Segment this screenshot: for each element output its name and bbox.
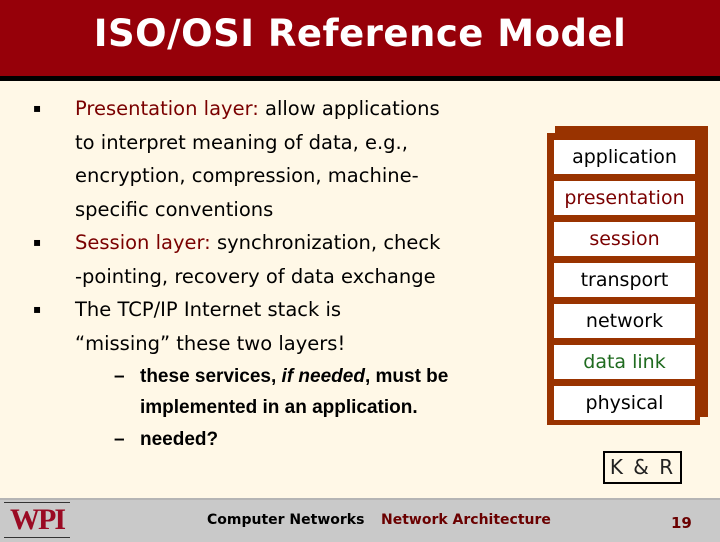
bullet-text: encryption, compression, machine- [75, 164, 419, 187]
osi-stack: application presentation session transpo… [547, 133, 700, 425]
layer-data-link: data link [554, 345, 695, 379]
bullet-text: “missing” these two layers! [75, 331, 346, 355]
bullet-text: The TCP/IP Internet stack is [75, 298, 342, 321]
bullet-text: specific conventions [75, 197, 274, 221]
bullet-highlight: Session layer: [75, 231, 211, 254]
slide-title: ISO/OSI Reference Model [93, 12, 627, 55]
bullet-tcpip: ▪ The TCP/IP Internet stack is “missing”… [28, 293, 518, 360]
title-divider [0, 76, 720, 81]
bullet-icon: ▪ [33, 101, 42, 115]
layer-network: network [554, 304, 695, 338]
bullet-list: ▪ Presentation layer: allow applications… [28, 92, 518, 455]
footer-topic: Network Architecture [381, 512, 551, 528]
bullet-text: allow applications [258, 97, 440, 120]
sub-bullet-needed: – needed? [28, 424, 518, 455]
sub-bullet-text: , must be [364, 366, 449, 387]
bullet-text: -pointing, recovery of data exchange [75, 264, 436, 288]
bullet-icon: ▪ [33, 302, 42, 316]
sub-bullet-services: – these services, if needed, must be imp… [28, 361, 518, 423]
layer-physical: physical [554, 386, 695, 420]
bullet-text: synchronization, check [210, 231, 441, 254]
sub-bullet-emphasis: if needed [281, 366, 365, 387]
layer-presentation: presentation [554, 181, 695, 215]
layer-transport: transport [554, 263, 695, 297]
bullet-icon: ▪ [33, 235, 42, 249]
bullet-text: to interpret meaning of data, e.g., [75, 130, 408, 154]
bullet-session: ▪ Session layer: synchronization, check … [28, 226, 518, 293]
layer-session: session [554, 222, 695, 256]
dash-icon: – [114, 429, 125, 450]
layer-application: application [554, 140, 695, 174]
wpi-logo: WPI [4, 502, 70, 538]
page-number: 19 [671, 514, 692, 532]
bullet-presentation: ▪ Presentation layer: allow applications… [28, 92, 518, 226]
dash-icon: – [114, 366, 125, 387]
sub-bullet-text: needed? [140, 429, 219, 450]
sub-bullet-text: implemented in an application. [140, 397, 418, 418]
logo-rule-bottom [4, 537, 70, 538]
bullet-highlight: Presentation layer: [75, 97, 259, 120]
citation-box: K & R [603, 451, 682, 484]
sub-bullet-text: these services, [140, 366, 282, 387]
logo-text: WPI [10, 503, 66, 536]
footer-course: Computer Networks [207, 512, 365, 528]
